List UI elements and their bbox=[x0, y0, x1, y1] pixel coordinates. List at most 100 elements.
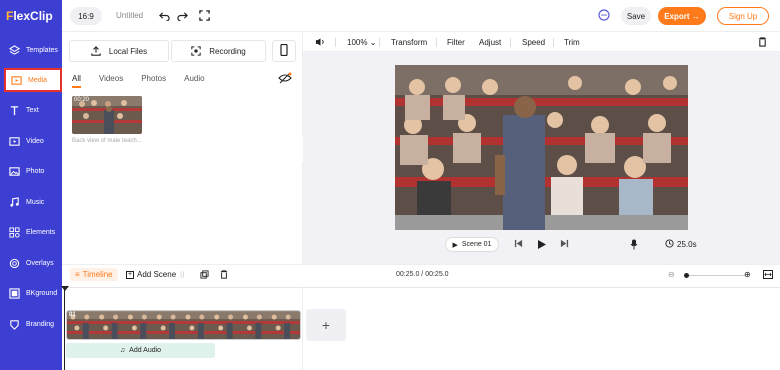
time-display: 00:25.0 / 00:25.0 bbox=[396, 271, 449, 278]
play-icon[interactable] bbox=[537, 239, 547, 250]
sidebar-item-templates[interactable]: Templates bbox=[0, 38, 62, 62]
sidebar-item-video[interactable]: Video bbox=[0, 129, 62, 153]
add-scene-icon: + bbox=[126, 270, 134, 279]
add-scene-plus-button[interactable]: + bbox=[306, 309, 346, 341]
record-icon bbox=[191, 46, 201, 56]
top-bar: 16:9 Untitled Save Export → Sign Up bbox=[62, 0, 780, 32]
save-button[interactable]: Save bbox=[621, 7, 651, 25]
duplicate-icon[interactable] bbox=[200, 270, 209, 279]
mobile-upload-button[interactable] bbox=[272, 40, 296, 62]
tab-photos[interactable]: Photos bbox=[141, 74, 166, 88]
add-scene-label: Add Scene bbox=[137, 270, 177, 279]
elements-icon bbox=[8, 226, 20, 238]
zoom-slider-handle[interactable] bbox=[684, 273, 689, 278]
delete-scene-icon[interactable] bbox=[220, 270, 228, 279]
zoom-slider[interactable] bbox=[686, 275, 746, 276]
playhead-handle[interactable] bbox=[61, 286, 69, 291]
sidebar-item-background[interactable]: BKground bbox=[0, 281, 62, 305]
zoom-out-icon[interactable]: ⊖ bbox=[668, 270, 675, 279]
feedback-icon[interactable] bbox=[598, 9, 610, 21]
phone-icon bbox=[280, 43, 288, 58]
sidebar-item-label: BKground bbox=[26, 289, 58, 297]
sidebar-item-label: Photo bbox=[26, 167, 45, 175]
clock-icon bbox=[665, 239, 674, 250]
sidebar-item-label: Branding bbox=[26, 320, 55, 328]
sidebar-item-music[interactable]: Music bbox=[0, 190, 62, 214]
zoom-in-icon[interactable]: ⊕ bbox=[744, 270, 751, 279]
timeline-icon: ≡ bbox=[75, 270, 80, 279]
filter-button[interactable]: Filter bbox=[447, 38, 465, 47]
sidebar-item-label: Text bbox=[26, 106, 39, 114]
media-tabs: All Videos Photos Audio bbox=[72, 74, 223, 88]
scene-clip[interactable] bbox=[66, 310, 301, 340]
sidebar-item-label: Templates bbox=[26, 46, 58, 54]
sidebar-item-label: Music bbox=[26, 198, 45, 206]
sidebar-item-overlays[interactable]: Overlays bbox=[0, 251, 62, 275]
transform-button[interactable]: Transform bbox=[391, 38, 427, 47]
scene-selector[interactable]: ▶ Scene 01 bbox=[445, 237, 499, 252]
app-logo[interactable]: FlexClip bbox=[6, 9, 53, 23]
undo-icon[interactable] bbox=[158, 9, 170, 21]
add-audio-button[interactable]: ♫ Add Audio bbox=[66, 343, 215, 358]
scene-label: Scene 01 bbox=[461, 241, 492, 248]
sign-up-button[interactable]: Sign Up bbox=[717, 7, 769, 25]
sidebar: FlexClip Templates Media Text Video Phot… bbox=[0, 0, 62, 370]
zoom-value: 100% bbox=[347, 38, 368, 47]
toolbar-divider bbox=[436, 38, 437, 47]
recording-button[interactable]: Recording bbox=[171, 40, 266, 62]
branding-icon bbox=[8, 318, 20, 330]
sidebar-item-text[interactable]: Text bbox=[0, 98, 62, 122]
tab-all[interactable]: All bbox=[72, 74, 81, 88]
media-icon bbox=[10, 74, 22, 86]
add-scene-button[interactable]: + Add Scene bbox=[126, 270, 176, 279]
local-files-button[interactable]: Local Files bbox=[69, 40, 169, 62]
sidebar-item-media[interactable]: Media bbox=[4, 68, 62, 92]
video-preview[interactable] bbox=[395, 65, 688, 230]
timeline-toggle-button[interactable]: ≡ Timeline bbox=[70, 268, 118, 281]
volume-icon[interactable] bbox=[315, 37, 326, 49]
overlays-icon bbox=[8, 257, 20, 269]
sidebar-item-label: Elements bbox=[26, 228, 56, 236]
sidebar-item-label: Media bbox=[28, 76, 48, 84]
total-duration: 25.0s bbox=[665, 239, 697, 250]
redo-icon[interactable] bbox=[176, 9, 188, 21]
trim-button[interactable]: Trim bbox=[564, 38, 580, 47]
timeline-label: Timeline bbox=[82, 270, 113, 279]
microphone-icon[interactable] bbox=[630, 239, 638, 250]
sidebar-item-photo[interactable]: Photo bbox=[0, 159, 62, 183]
music-icon bbox=[8, 196, 20, 208]
split-icon[interactable]: ⌷ bbox=[180, 270, 185, 280]
playhead[interactable] bbox=[64, 287, 65, 370]
toolbar-divider bbox=[510, 38, 511, 47]
timeline-ruler bbox=[62, 287, 780, 288]
sidebar-item-elements[interactable]: Elements bbox=[0, 220, 62, 244]
tab-videos[interactable]: Videos bbox=[99, 74, 123, 88]
video-icon bbox=[8, 135, 20, 147]
project-title[interactable]: Untitled bbox=[116, 11, 143, 20]
sidebar-item-branding[interactable]: Branding bbox=[0, 312, 62, 336]
tab-audio[interactable]: Audio bbox=[184, 74, 204, 88]
local-files-label: Local Files bbox=[108, 46, 148, 56]
timeline-divider bbox=[302, 287, 303, 370]
play-small-icon: ▶ bbox=[452, 241, 458, 249]
add-audio-label: Add Audio bbox=[129, 347, 162, 354]
aspect-ratio-button[interactable]: 16:9 bbox=[70, 7, 102, 25]
adjust-button[interactable]: Adjust bbox=[479, 38, 501, 47]
fullscreen-icon[interactable] bbox=[198, 9, 210, 21]
clip-number: 01 bbox=[69, 312, 76, 318]
media-thumbnail[interactable]: 00:20 bbox=[72, 96, 142, 134]
zoom-select[interactable]: 100% ⌄ bbox=[347, 38, 376, 47]
speed-button[interactable]: Speed bbox=[522, 38, 545, 47]
trash-icon[interactable] bbox=[758, 37, 767, 49]
toolbar-divider bbox=[335, 38, 336, 47]
next-scene-icon[interactable] bbox=[560, 239, 569, 248]
fit-timeline-icon[interactable] bbox=[763, 270, 773, 279]
recording-label: Recording bbox=[209, 46, 246, 56]
thumbnail-caption: Back view of male teach... bbox=[72, 138, 142, 144]
background-icon bbox=[8, 287, 20, 299]
export-button[interactable]: Export → bbox=[658, 7, 706, 25]
hide-used-toggle-icon[interactable] bbox=[278, 72, 292, 86]
thumbnail-duration: 00:20 bbox=[74, 97, 90, 103]
previous-scene-icon[interactable] bbox=[514, 239, 523, 248]
preview-area: 100% ⌄ Transform Filter Adjust Speed Tri… bbox=[303, 32, 780, 264]
